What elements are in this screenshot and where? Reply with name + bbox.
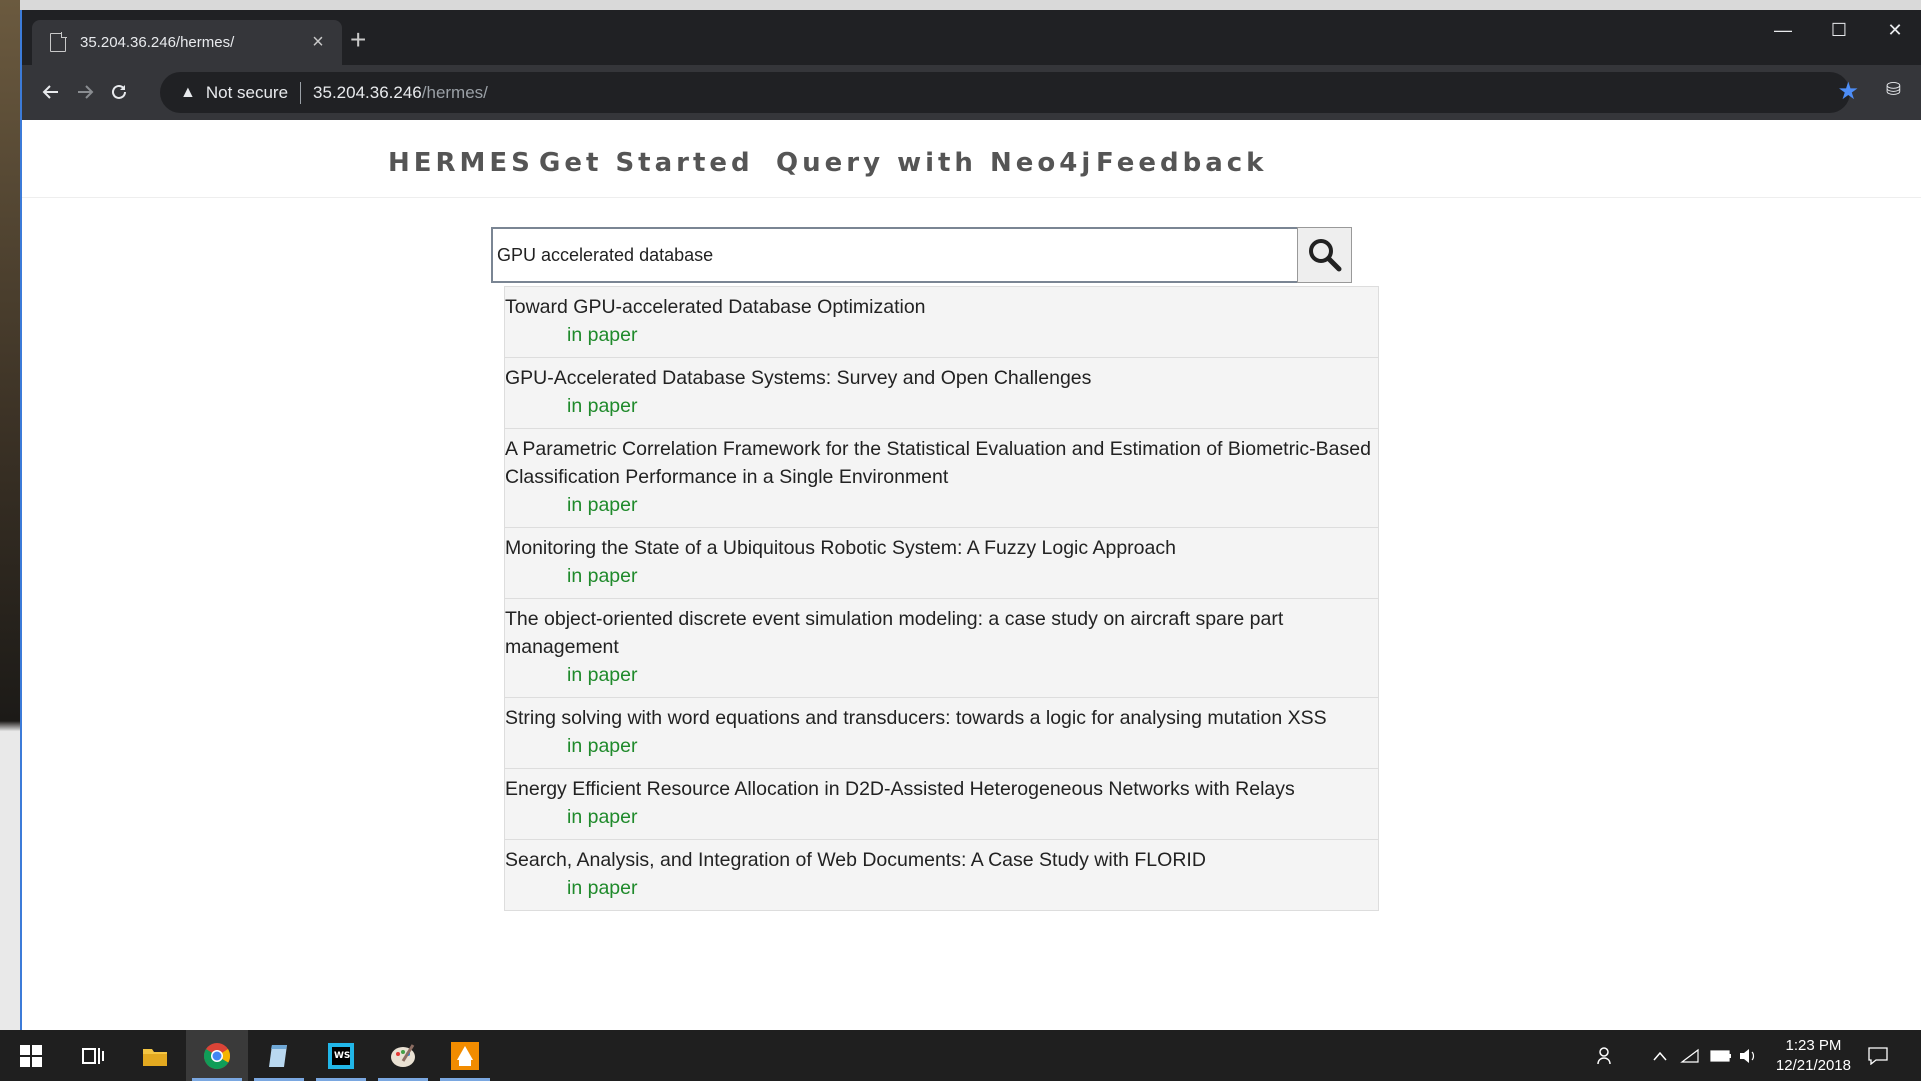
forward-button[interactable] [68, 75, 102, 109]
start-button[interactable] [0, 1030, 62, 1081]
minimize-button[interactable]: — [1755, 10, 1811, 50]
chevron-up-icon[interactable] [1652, 1030, 1668, 1081]
taskbar-file-explorer[interactable] [124, 1030, 186, 1081]
result-source: in paper [567, 395, 638, 417]
bookmark-star-icon[interactable]: ★ [1837, 77, 1859, 106]
result-item[interactable]: Toward GPU-accelerated Database Optimiza… [505, 287, 1378, 358]
search-button[interactable] [1297, 227, 1352, 283]
result-item[interactable]: A Parametric Correlation Framework for t… [505, 429, 1378, 528]
reload-icon [112, 84, 126, 99]
taskbar-webstorm[interactable]: WS [310, 1030, 372, 1081]
site-navbar: HERMES Get Started Query with Neo4j Feed… [22, 120, 1921, 198]
reload-button[interactable] [102, 75, 136, 109]
taskbar-chrome[interactable] [186, 1030, 248, 1081]
browser-toolbar: ▲ Not secure 35.204.36.246/hermes/ ★ ⛁ [22, 65, 1921, 120]
warning-icon: ▲ [180, 83, 196, 101]
brand-link[interactable]: HERMES [388, 148, 534, 178]
desktop-background [0, 0, 20, 1030]
taskbar: WS 1:23 PM 12/21/2018 [0, 1030, 1921, 1081]
result-title[interactable]: GPU-Accelerated Database Systems: Survey… [505, 364, 1378, 392]
tab-close-icon[interactable]: × [304, 31, 332, 54]
results-list: Toward GPU-accelerated Database Optimiza… [504, 286, 1379, 911]
result-source: in paper [567, 324, 638, 346]
extension-icon[interactable]: ⛁ [1886, 79, 1901, 100]
web-page: HERMES Get Started Query with Neo4j Feed… [22, 120, 1921, 1030]
wifi-icon[interactable] [1680, 1030, 1700, 1081]
result-item[interactable]: GPU-Accelerated Database Systems: Survey… [505, 358, 1378, 429]
nav-link-feedback[interactable]: Feedback [1096, 148, 1267, 178]
nav-link-query-neo4j[interactable]: Query with Neo4j [776, 148, 1094, 178]
result-item[interactable]: Energy Efficient Resource Allocation in … [505, 769, 1378, 840]
maximize-button[interactable]: ☐ [1811, 10, 1867, 50]
people-icon[interactable] [1596, 1030, 1616, 1081]
clock-date: 12/21/2018 [1775, 1057, 1851, 1074]
forward-arrow-icon [78, 85, 94, 99]
tab-title: 35.204.36.246/hermes/ [80, 34, 235, 51]
tab-strip: 35.204.36.246/hermes/ × + — ☐ ✕ [22, 10, 1921, 65]
result-title[interactable]: A Parametric Correlation Framework for t… [505, 435, 1378, 491]
browser-tab[interactable]: 35.204.36.246/hermes/ × [32, 20, 342, 65]
result-source: in paper [567, 806, 638, 828]
task-view-button[interactable] [62, 1030, 124, 1081]
search-icon [1308, 239, 1341, 272]
paint-icon [391, 1043, 415, 1067]
svg-text:WS: WS [334, 1051, 350, 1061]
result-source: in paper [567, 494, 638, 516]
search-bar [491, 227, 1380, 286]
result-item[interactable]: Monitoring the State of a Ubiquitous Rob… [505, 528, 1378, 599]
result-title[interactable]: Energy Efficient Resource Allocation in … [505, 775, 1378, 803]
result-source: in paper [567, 877, 638, 899]
battery-icon[interactable] [1710, 1030, 1732, 1081]
new-tab-button[interactable]: + [350, 24, 366, 56]
result-title[interactable]: String solving with word equations and t… [505, 704, 1378, 732]
result-title[interactable]: The object-oriented discrete event simul… [505, 605, 1378, 661]
action-center-icon[interactable] [1868, 1030, 1888, 1081]
app-orange-icon [451, 1041, 479, 1070]
notepad-icon [269, 1044, 287, 1067]
taskbar-app-notes[interactable] [248, 1030, 310, 1081]
clock-time: 1:23 PM [1785, 1037, 1842, 1054]
result-item[interactable]: String solving with word equations and t… [505, 698, 1378, 769]
taskbar-paint[interactable] [372, 1030, 434, 1081]
result-title[interactable]: Search, Analysis, and Integration of Web… [505, 846, 1378, 874]
url-host: 35.204.36.246 [313, 82, 422, 102]
security-label: Not secure [205, 82, 289, 102]
task-view-icon [82, 1047, 104, 1064]
taskbar-app-orange[interactable] [434, 1030, 496, 1081]
search-input[interactable] [491, 227, 1297, 283]
nav-link-get-started[interactable]: Get Started [539, 148, 754, 178]
volume-icon[interactable] [1738, 1030, 1758, 1081]
url-path: /hermes/ [421, 82, 488, 102]
system-clock[interactable]: 1:23 PM 12/21/2018 [1776, 1036, 1851, 1076]
chrome-icon [203, 1042, 231, 1069]
page-icon [50, 32, 67, 52]
window-controls: — ☐ ✕ [1755, 10, 1921, 50]
result-source: in paper [567, 565, 638, 587]
desktop-top-strip [0, 0, 1921, 10]
result-source: in paper [567, 664, 638, 686]
result-item[interactable]: The object-oriented discrete event simul… [505, 599, 1378, 698]
result-source: in paper [567, 735, 638, 757]
result-item[interactable]: Search, Analysis, and Integration of Web… [505, 840, 1378, 910]
back-button[interactable] [34, 75, 68, 109]
result-title[interactable]: Monitoring the State of a Ubiquitous Rob… [505, 534, 1378, 562]
back-arrow-icon [42, 85, 58, 99]
webstorm-icon: WS [328, 1042, 354, 1069]
folder-icon [143, 1048, 167, 1066]
close-window-button[interactable]: ✕ [1867, 10, 1921, 50]
browser-window: 35.204.36.246/hermes/ × + — ☐ ✕ ▲ Not se… [20, 10, 1921, 1030]
result-title[interactable]: Toward GPU-accelerated Database Optimiza… [505, 293, 1378, 321]
address-bar[interactable]: ▲ Not secure 35.204.36.246/hermes/ [160, 72, 1850, 113]
address-separator [300, 81, 302, 104]
windows-icon [20, 1044, 42, 1067]
